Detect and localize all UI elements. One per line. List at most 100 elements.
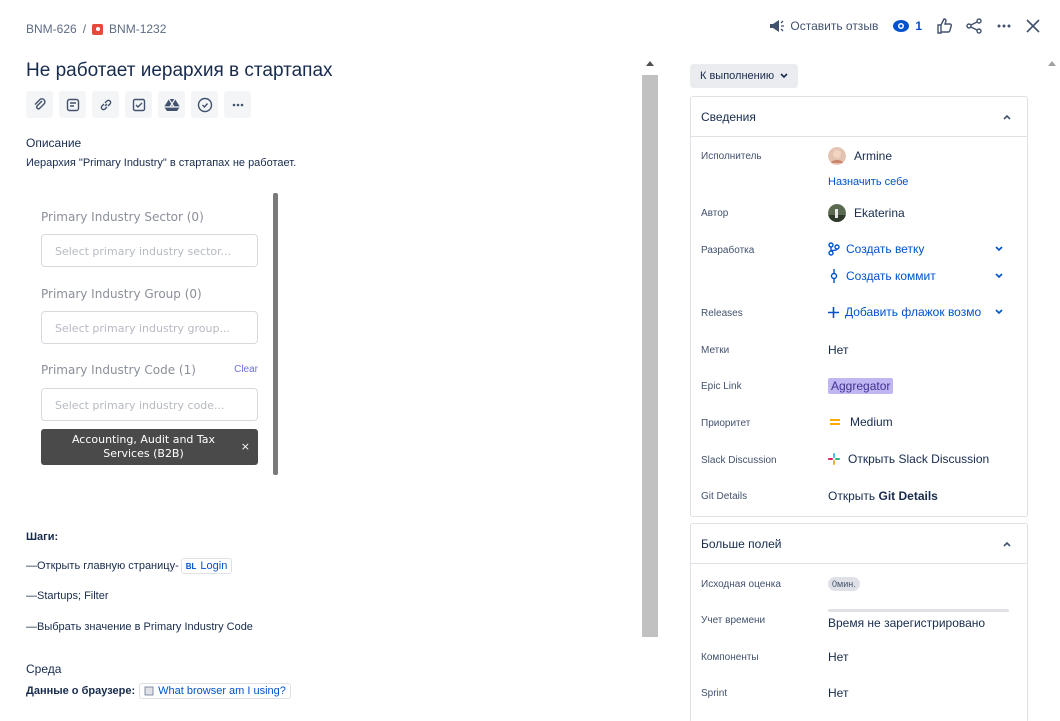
chevron-down-icon: [995, 246, 1003, 252]
details-header[interactable]: Сведения: [691, 97, 1027, 137]
git-details-label: Git Details: [701, 491, 748, 502]
paperclip-icon[interactable]: [26, 91, 53, 118]
estimate-badge: 0мин.: [828, 577, 860, 591]
link-icon[interactable]: [92, 91, 119, 118]
browser-label: Данные о браузере:: [26, 685, 136, 697]
sector-field: Select primary industry sector...: [41, 234, 258, 267]
chevron-down-icon: [995, 273, 1003, 279]
chip-label: Accounting, Audit and Tax Services (B2B): [71, 433, 216, 460]
right-scrollbar-track[interactable]: [1042, 55, 1060, 721]
sprint-label: Sprint: [701, 688, 728, 699]
selected-chip: Accounting, Audit and Tax Services (B2B)…: [41, 429, 258, 465]
step-2: —Startups; Filter: [26, 590, 109, 602]
watch-count: 1: [915, 19, 922, 33]
development-label: Разработка: [701, 245, 755, 256]
reporter-name: Ekaterina: [854, 206, 905, 220]
assignee-label: Исполнитель: [701, 151, 762, 162]
epic-link-label: Epic Link: [701, 381, 742, 392]
group-field: Select primary industry group...: [41, 311, 258, 344]
reporter-value[interactable]: Ekaterina: [828, 204, 905, 222]
feedback-label: Оставить отзыв: [790, 19, 879, 33]
browser-smart-link[interactable]: What browser am I using?: [139, 683, 291, 699]
slack-value[interactable]: Открыть Slack Discussion: [828, 452, 989, 466]
components-label: Компоненты: [701, 652, 759, 663]
chevron-up-icon: [1003, 541, 1011, 547]
description-text[interactable]: Иерархия "Primary Industry" в стартапах …: [26, 157, 296, 169]
estimate-label: Исходная оценка: [701, 579, 781, 590]
avatar: [828, 147, 846, 165]
more-actions-icon[interactable]: [224, 91, 251, 118]
epic-badge: Aggregator: [828, 378, 894, 394]
feedback-button[interactable]: Оставить отзыв: [769, 19, 878, 33]
issue-title[interactable]: Не работает иерархия в стартапах: [26, 60, 333, 82]
code-label: Primary Industry Code (1): [41, 363, 196, 377]
status-label: К выполнению: [700, 70, 775, 82]
close-icon[interactable]: [1026, 19, 1040, 33]
epic-link-value[interactable]: Aggregator: [828, 378, 894, 394]
share-icon[interactable]: [966, 18, 982, 34]
scroll-up-arrow-icon[interactable]: [646, 61, 654, 66]
create-branch-row[interactable]: Создать ветку: [828, 242, 1003, 256]
right-scroll-up-arrow-icon[interactable]: [1048, 61, 1056, 66]
slack-icon: [828, 453, 840, 465]
environment-label: Среда: [26, 662, 62, 676]
labels-label: Метки: [701, 345, 730, 356]
assignee-value[interactable]: Armine: [828, 147, 892, 165]
step-1-text: —Открыть главную страницу-: [26, 560, 179, 572]
breadcrumb-parent[interactable]: BNM-626: [26, 22, 77, 36]
releases-label: Releases: [701, 308, 743, 319]
sector-label: Primary Industry Sector (0): [41, 210, 204, 224]
labels-value[interactable]: Нет: [828, 343, 848, 357]
time-tracking-text: Время не зарегистрировано: [828, 616, 986, 630]
browser-link-label: What browser am I using?: [158, 685, 286, 697]
estimate-value[interactable]: 0мин.: [828, 577, 860, 591]
embed-scrollbar: [273, 193, 278, 475]
smart-link-badge: BL: [185, 561, 197, 571]
clear-link: Clear: [234, 364, 258, 375]
subtask-icon[interactable]: [59, 91, 86, 118]
avatar: [828, 204, 846, 222]
time-tracking-value[interactable]: Время не зарегистрировано: [828, 609, 1009, 630]
thumbs-up-icon[interactable]: [936, 18, 952, 34]
status-button[interactable]: К выполнению: [690, 64, 799, 88]
sprint-value[interactable]: Нет: [828, 686, 848, 700]
login-smart-link[interactable]: BL Login: [180, 558, 233, 574]
watch-button[interactable]: 1: [892, 19, 922, 33]
more-fields-header[interactable]: Больше полей: [691, 524, 1027, 564]
steps-heading: Шаги:: [26, 531, 59, 543]
details-panel: Сведения Исполнитель Armine Назначить се…: [690, 96, 1028, 517]
create-commit-row[interactable]: Создать коммит: [828, 269, 1003, 283]
create-branch-label: Создать ветку: [846, 242, 925, 256]
eye-icon: [893, 20, 910, 32]
git-details-value[interactable]: Открыть Git Details: [828, 489, 938, 503]
add-flag-row[interactable]: Добавить флажок возмо: [828, 305, 1003, 319]
clock-icon[interactable]: [191, 91, 218, 118]
priority-medium-icon: [830, 419, 840, 425]
breadcrumb-issue[interactable]: BNM-1232: [109, 22, 166, 36]
top-actions: Оставить отзыв 1: [769, 18, 1040, 34]
step-1: —Открыть главную страницу- BL Login: [26, 558, 233, 574]
create-commit-label: Создать коммит: [846, 269, 936, 283]
chip-close-icon: ×: [240, 440, 250, 453]
priority-label: Приоритет: [701, 418, 751, 429]
chevron-up-icon: [1003, 114, 1011, 120]
more-fields-panel: Больше полей Исходная оценка 0мин. Учет …: [690, 523, 1028, 721]
browser-row: Данные о браузере: What browser am I usi…: [26, 683, 291, 699]
git-open: Открыть: [828, 489, 876, 503]
more-icon[interactable]: [996, 18, 1012, 34]
page-icon: [144, 686, 154, 696]
assign-self-link[interactable]: Назначить себе: [828, 176, 908, 188]
details-title: Сведения: [701, 109, 756, 124]
priority-value[interactable]: Medium: [828, 415, 893, 429]
google-drive-icon[interactable]: [158, 91, 185, 118]
slack-label: Slack Discussion: [701, 455, 777, 466]
code-field: Select primary industry code...: [41, 388, 258, 421]
group-label: Primary Industry Group (0): [41, 287, 202, 301]
step-3: —Выбрать значение в Primary Industry Cod…: [26, 621, 253, 633]
checkbox-icon[interactable]: [125, 91, 152, 118]
assignee-name: Armine: [854, 149, 893, 163]
embedded-screenshot[interactable]: Primary Industry Sector (0) Select prima…: [30, 193, 278, 475]
left-scrollbar-thumb[interactable]: [642, 75, 658, 637]
components-value[interactable]: Нет: [828, 650, 848, 664]
login-link-label: Login: [200, 560, 228, 572]
